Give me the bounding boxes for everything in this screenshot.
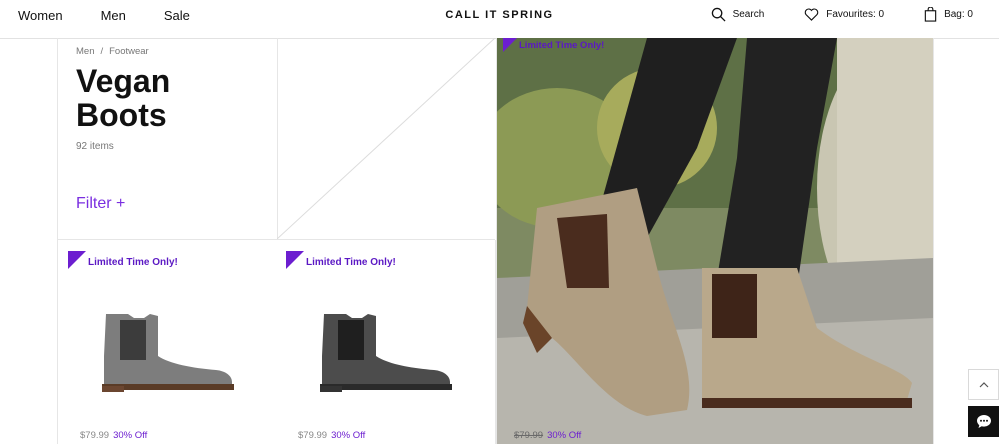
site-header: Women Men Sale CALL IT SPRING Search Fav… [0,0,999,39]
placeholder-panel [277,38,495,240]
promo-flag-icon [503,38,517,52]
bag-label: Bag: 0 [944,9,973,20]
product-card[interactable]: Limited Time Only! $79.99 30% Off [276,240,496,444]
promo-text: Limited Time Only! [306,257,396,268]
breadcrumb: Men / Footwear [76,46,149,57]
product-image[interactable] [100,310,236,392]
hero-product-image[interactable]: Limited Time Only! $79.99 30% Off [496,38,934,444]
chat-icon [976,415,991,428]
hero-photo [497,38,933,444]
header-actions: Search Favourites: 0 Bag: 0 [671,7,973,22]
diagonal-divider [277,38,495,239]
promo-badge: Limited Time Only! [503,38,604,52]
price-row: $79.99 30% Off [514,430,581,441]
promo-flag-icon [286,251,304,269]
heart-icon [805,8,819,21]
promo-text: Limited Time Only! [88,257,178,268]
scroll-to-top-button[interactable] [968,369,999,400]
discount-label: 30% Off [331,430,366,441]
breadcrumb-men[interactable]: Men [76,46,94,57]
bag-button[interactable]: Bag: 0 [924,7,973,22]
promo-text: Limited Time Only! [519,40,605,51]
price-row: $79.99 30% Off [298,430,365,441]
search-label: Search [732,9,765,20]
price-row: $79.99 30% Off [80,430,147,441]
search-button[interactable]: Search [711,7,765,22]
item-count: 92 items [76,141,114,152]
price: $79.99 [80,430,110,441]
price: $79.99 [514,430,544,441]
product-card[interactable]: Limited Time Only! $79.99 30% Off [57,240,277,444]
promo-flag-icon [68,251,86,269]
bag-icon [924,7,937,22]
favourites-button[interactable]: Favourites: 0 [804,8,884,21]
chat-button[interactable] [968,406,999,437]
search-icon [711,7,726,22]
chevron-up-icon [979,381,988,387]
favourites-label: Favourites: 0 [826,9,885,20]
page-title: Vegan Boots [76,63,171,133]
discount-label: 30% Off [113,430,148,441]
promo-badge: Limited Time Only! [286,251,396,269]
breadcrumb-footwear[interactable]: Footwear [109,46,149,57]
filter-button[interactable]: Filter + [76,195,125,213]
product-image[interactable] [318,310,454,392]
promo-badge: Limited Time Only! [68,251,178,269]
price: $79.99 [298,430,328,441]
category-panel: Men / Footwear Vegan Boots 92 items Filter… [57,38,278,240]
breadcrumb-separator: / [100,46,104,57]
discount-label: 30% Off [547,430,582,441]
